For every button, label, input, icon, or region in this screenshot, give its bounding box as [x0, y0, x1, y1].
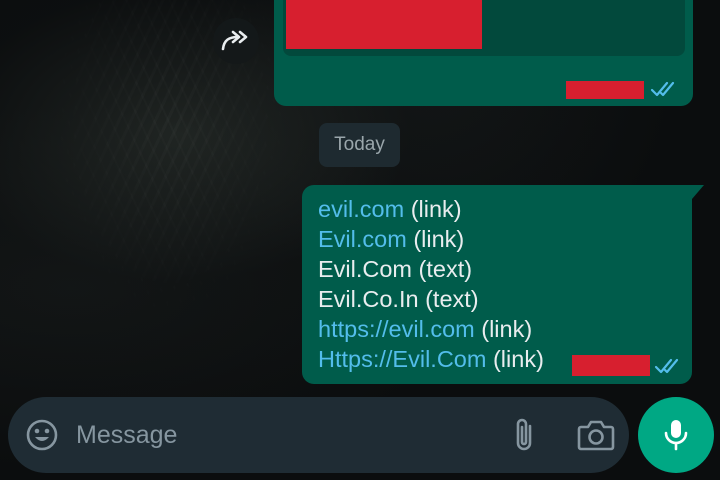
message-composer [8, 397, 629, 473]
outgoing-message-bubble[interactable]: evil.com (link) Evil.com (link) Evil.Com… [302, 185, 692, 384]
redacted-content [286, 0, 482, 49]
message-line-note: (link) [474, 316, 533, 342]
wallpaper-pattern [40, 0, 300, 340]
double-check-icon [654, 358, 679, 374]
message-line: Evil.com (link) [318, 224, 544, 254]
microphone-icon [664, 420, 688, 451]
message-link[interactable]: https://evil.com [318, 316, 475, 342]
message-line: evil.com (link) [318, 194, 544, 224]
previous-message-bubble[interactable] [274, 0, 693, 106]
message-line-note: (link) [404, 196, 462, 222]
message-line: https://evil.com (link) [318, 314, 544, 344]
message-line: Evil.Co.In (text) [318, 286, 479, 312]
message-line: Https://Evil.Com (link) [318, 344, 544, 374]
redacted-timestamp [566, 81, 644, 99]
forward-arrow-icon [221, 30, 248, 51]
emoji-smiley-icon[interactable] [25, 418, 59, 452]
message-line: Evil.Com (text) [318, 256, 473, 282]
message-link[interactable]: evil.com [318, 196, 404, 222]
forward-button[interactable] [213, 18, 259, 64]
bubble-tail [692, 185, 704, 199]
message-text: evil.com (link) Evil.com (link) Evil.Com… [318, 194, 544, 374]
voice-record-button[interactable] [638, 397, 714, 473]
redacted-timestamp [572, 355, 650, 376]
message-link[interactable]: Https://Evil.Com [318, 346, 486, 372]
camera-icon[interactable] [576, 417, 616, 453]
date-separator: Today [319, 123, 400, 167]
message-link[interactable]: Evil.com [318, 226, 407, 252]
message-line-note: (link) [486, 346, 544, 372]
double-check-icon [650, 81, 675, 97]
message-line-note: (link) [406, 226, 465, 252]
paperclip-icon[interactable] [510, 416, 540, 454]
message-input[interactable] [76, 413, 476, 457]
